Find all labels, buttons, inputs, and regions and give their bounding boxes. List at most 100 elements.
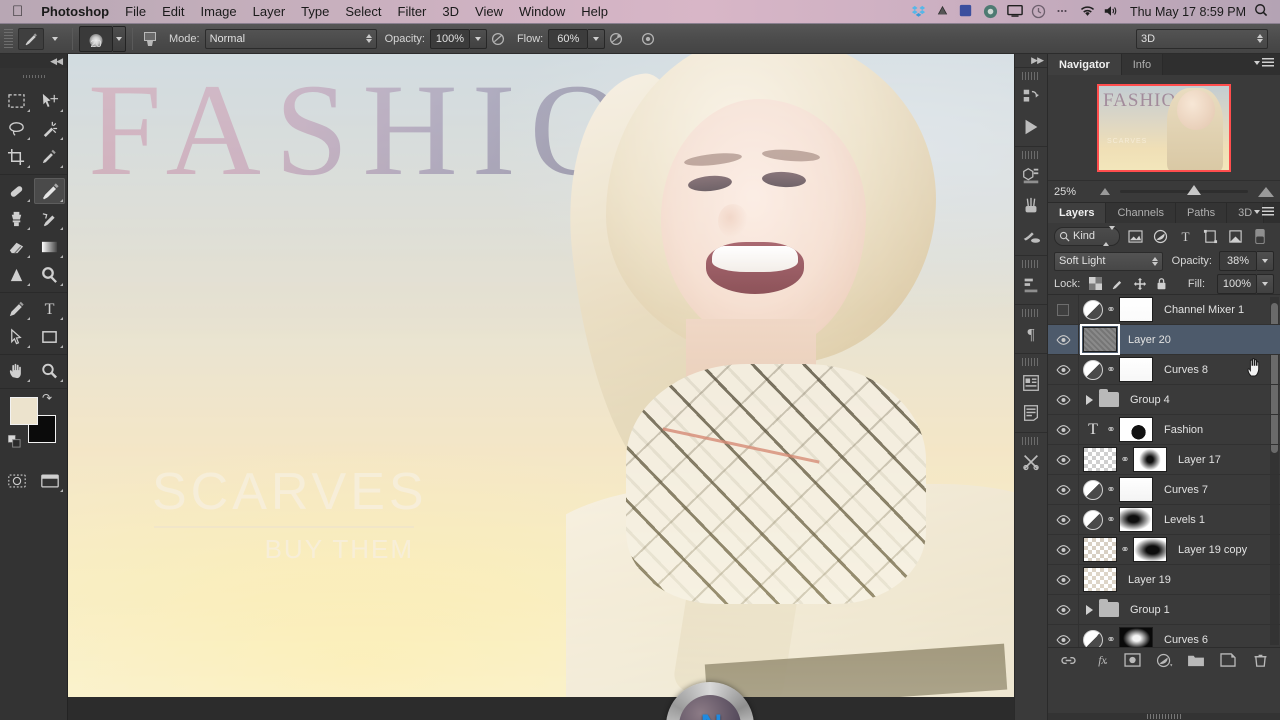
layer-visibility-toggle-on[interactable]	[1048, 424, 1078, 435]
layer-row[interactable]: ⚭ Curves 8	[1048, 354, 1280, 385]
add-layer-mask-icon[interactable]	[1123, 651, 1141, 669]
path-selection-tool[interactable]	[1, 324, 32, 350]
layer-row-content[interactable]: Group 4	[1078, 384, 1280, 415]
square-blue-icon[interactable]	[959, 4, 974, 19]
menu-item-edit[interactable]: Edit	[154, 4, 192, 19]
screen-mode-icon[interactable]	[34, 468, 65, 494]
delete-layer-icon[interactable]	[1251, 651, 1269, 669]
default-colors-icon[interactable]	[7, 434, 21, 448]
layer-thumbnail[interactable]	[1083, 567, 1117, 592]
dock-grip[interactable]	[1022, 437, 1040, 445]
google-drive-icon[interactable]	[935, 4, 950, 19]
adjustment-layer-icon[interactable]	[1083, 479, 1103, 500]
adjustment-layer-icon[interactable]	[1083, 509, 1103, 530]
time-machine-icon[interactable]	[1031, 4, 1046, 19]
dock-collapse-button[interactable]: ▶▶	[1015, 54, 1047, 67]
mask-link-icon[interactable]: ⚭	[1106, 633, 1116, 646]
menu-item-help[interactable]: Help	[573, 4, 616, 19]
mask-link-icon[interactable]: ⚭	[1106, 303, 1116, 316]
layer-opacity-value[interactable]: 38%	[1219, 251, 1257, 271]
spot-healing-brush-tool[interactable]	[1, 178, 32, 204]
blur-tool[interactable]	[1, 262, 32, 288]
lock-all-icon[interactable]	[1154, 276, 1169, 291]
layer-opacity-dropdown[interactable]	[1257, 251, 1274, 271]
history-icon[interactable]	[1015, 82, 1047, 112]
navigator-preview[interactable]: FASHION SCARVES	[1048, 75, 1280, 180]
workspace-select[interactable]: 3D	[1136, 28, 1268, 49]
character-icon[interactable]	[1015, 368, 1047, 398]
layer-row-content[interactable]: ⚭ Curves 8	[1078, 354, 1280, 385]
lasso-tool[interactable]	[1, 116, 32, 142]
layer-row[interactable]: ⚭ Channel Mixer 1	[1048, 295, 1280, 325]
menu-item-type[interactable]: Type	[293, 4, 337, 19]
lock-transparent-pixels-icon[interactable]	[1088, 276, 1103, 291]
layer-blend-mode-select[interactable]: Soft Light	[1054, 251, 1163, 271]
rectangular-marquee-tool[interactable]	[1, 88, 32, 114]
paragraph-icon[interactable]: ¶	[1015, 319, 1047, 349]
brush-presets-icon[interactable]	[1015, 191, 1047, 221]
crop-tool[interactable]	[1, 144, 32, 170]
eyedropper-tool[interactable]	[34, 144, 65, 170]
filter-adjustment-icon[interactable]	[1150, 227, 1170, 246]
dropbox-icon[interactable]	[911, 4, 926, 19]
menu-item-image[interactable]: Image	[193, 4, 245, 19]
layer-visibility-toggle-on[interactable]	[1048, 364, 1078, 375]
options-bar-grip[interactable]	[4, 28, 13, 49]
app-icon[interactable]	[983, 4, 998, 19]
layer-row[interactable]: ⚭ Layer 19 copy	[1048, 534, 1280, 565]
layer-mask-thumbnail[interactable]	[1133, 447, 1167, 472]
dock-grip[interactable]	[1022, 72, 1040, 80]
volume-icon[interactable]	[1103, 4, 1118, 19]
3d-panel-icon[interactable]	[1015, 161, 1047, 191]
zoom-tool[interactable]	[34, 358, 65, 384]
layer-row[interactable]: Group 4	[1048, 384, 1280, 415]
layer-row[interactable]: Layer 19	[1048, 564, 1280, 595]
filter-shape-icon[interactable]	[1200, 227, 1220, 246]
tools-panel-grip[interactable]	[18, 70, 49, 82]
tab-layers[interactable]: Layers	[1048, 203, 1107, 223]
layer-mask-thumbnail[interactable]	[1119, 417, 1153, 442]
lock-position-icon[interactable]	[1132, 276, 1147, 291]
layer-visibility-toggle-on[interactable]	[1048, 394, 1078, 405]
menu-item-select[interactable]: Select	[337, 4, 389, 19]
layer-filter-kind-select[interactable]: Kind	[1054, 226, 1120, 246]
layer-visibility-toggle-on[interactable]	[1048, 454, 1078, 465]
dock-grip[interactable]	[1022, 260, 1040, 268]
new-layer-icon[interactable]	[1219, 651, 1237, 669]
layer-row[interactable]: Layer 20	[1048, 324, 1280, 355]
layers-panel-menu[interactable]	[1254, 207, 1274, 217]
display-icon[interactable]	[1007, 4, 1023, 19]
navigator-thumbnail[interactable]: FASHION SCARVES	[1097, 83, 1231, 172]
layer-row-content[interactable]: T ⚭ Fashion	[1078, 414, 1280, 445]
zoom-out-icon[interactable]	[1100, 188, 1110, 195]
swap-colors-icon[interactable]: ↷	[42, 391, 52, 405]
lock-image-pixels-icon[interactable]	[1110, 276, 1125, 291]
adjustment-layer-icon[interactable]	[1083, 359, 1103, 380]
dodge-tool[interactable]	[34, 262, 65, 288]
adjustment-layer-icon[interactable]	[1083, 299, 1103, 320]
double-arrow-left-icon[interactable]: ◀◀	[50, 56, 63, 67]
hand-tool[interactable]	[1, 358, 32, 384]
layer-row[interactable]: T ⚭ Fashion	[1048, 414, 1280, 445]
layer-opacity-field-group[interactable]: 38%	[1219, 251, 1274, 271]
opacity-dropdown[interactable]	[469, 28, 487, 49]
menu-item-photoshop[interactable]: Photoshop	[33, 4, 117, 19]
menu-item-3d[interactable]: 3D	[434, 4, 467, 19]
clone-stamp-tool[interactable]	[1, 206, 32, 232]
layer-fill-dropdown[interactable]	[1257, 273, 1274, 294]
mask-link-icon[interactable]: ⚭	[1106, 513, 1116, 526]
tab-info[interactable]: Info	[1121, 54, 1164, 75]
menu-item-view[interactable]: View	[467, 4, 511, 19]
tools-panel-header[interactable]: ◀◀	[0, 54, 67, 68]
history-brush-tool[interactable]	[34, 206, 65, 232]
navigator-zoom-value[interactable]: 25%	[1054, 186, 1094, 198]
layer-mask-thumbnail[interactable]	[1119, 627, 1153, 647]
mask-link-icon[interactable]: ⚭	[1120, 543, 1130, 556]
layer-thumbnail[interactable]	[1083, 537, 1117, 562]
layers-list[interactable]: ⚭ Channel Mixer 1 Layer 20 ⚭ Curves 8 Group 4…	[1048, 295, 1280, 647]
layer-row-content[interactable]: ⚭ Layer 17	[1078, 444, 1280, 475]
notes-icon[interactable]	[1015, 398, 1047, 428]
flow-dropdown[interactable]	[588, 28, 606, 49]
mask-link-icon[interactable]: ⚭	[1120, 453, 1130, 466]
brush-size-stepper[interactable]	[113, 25, 126, 52]
